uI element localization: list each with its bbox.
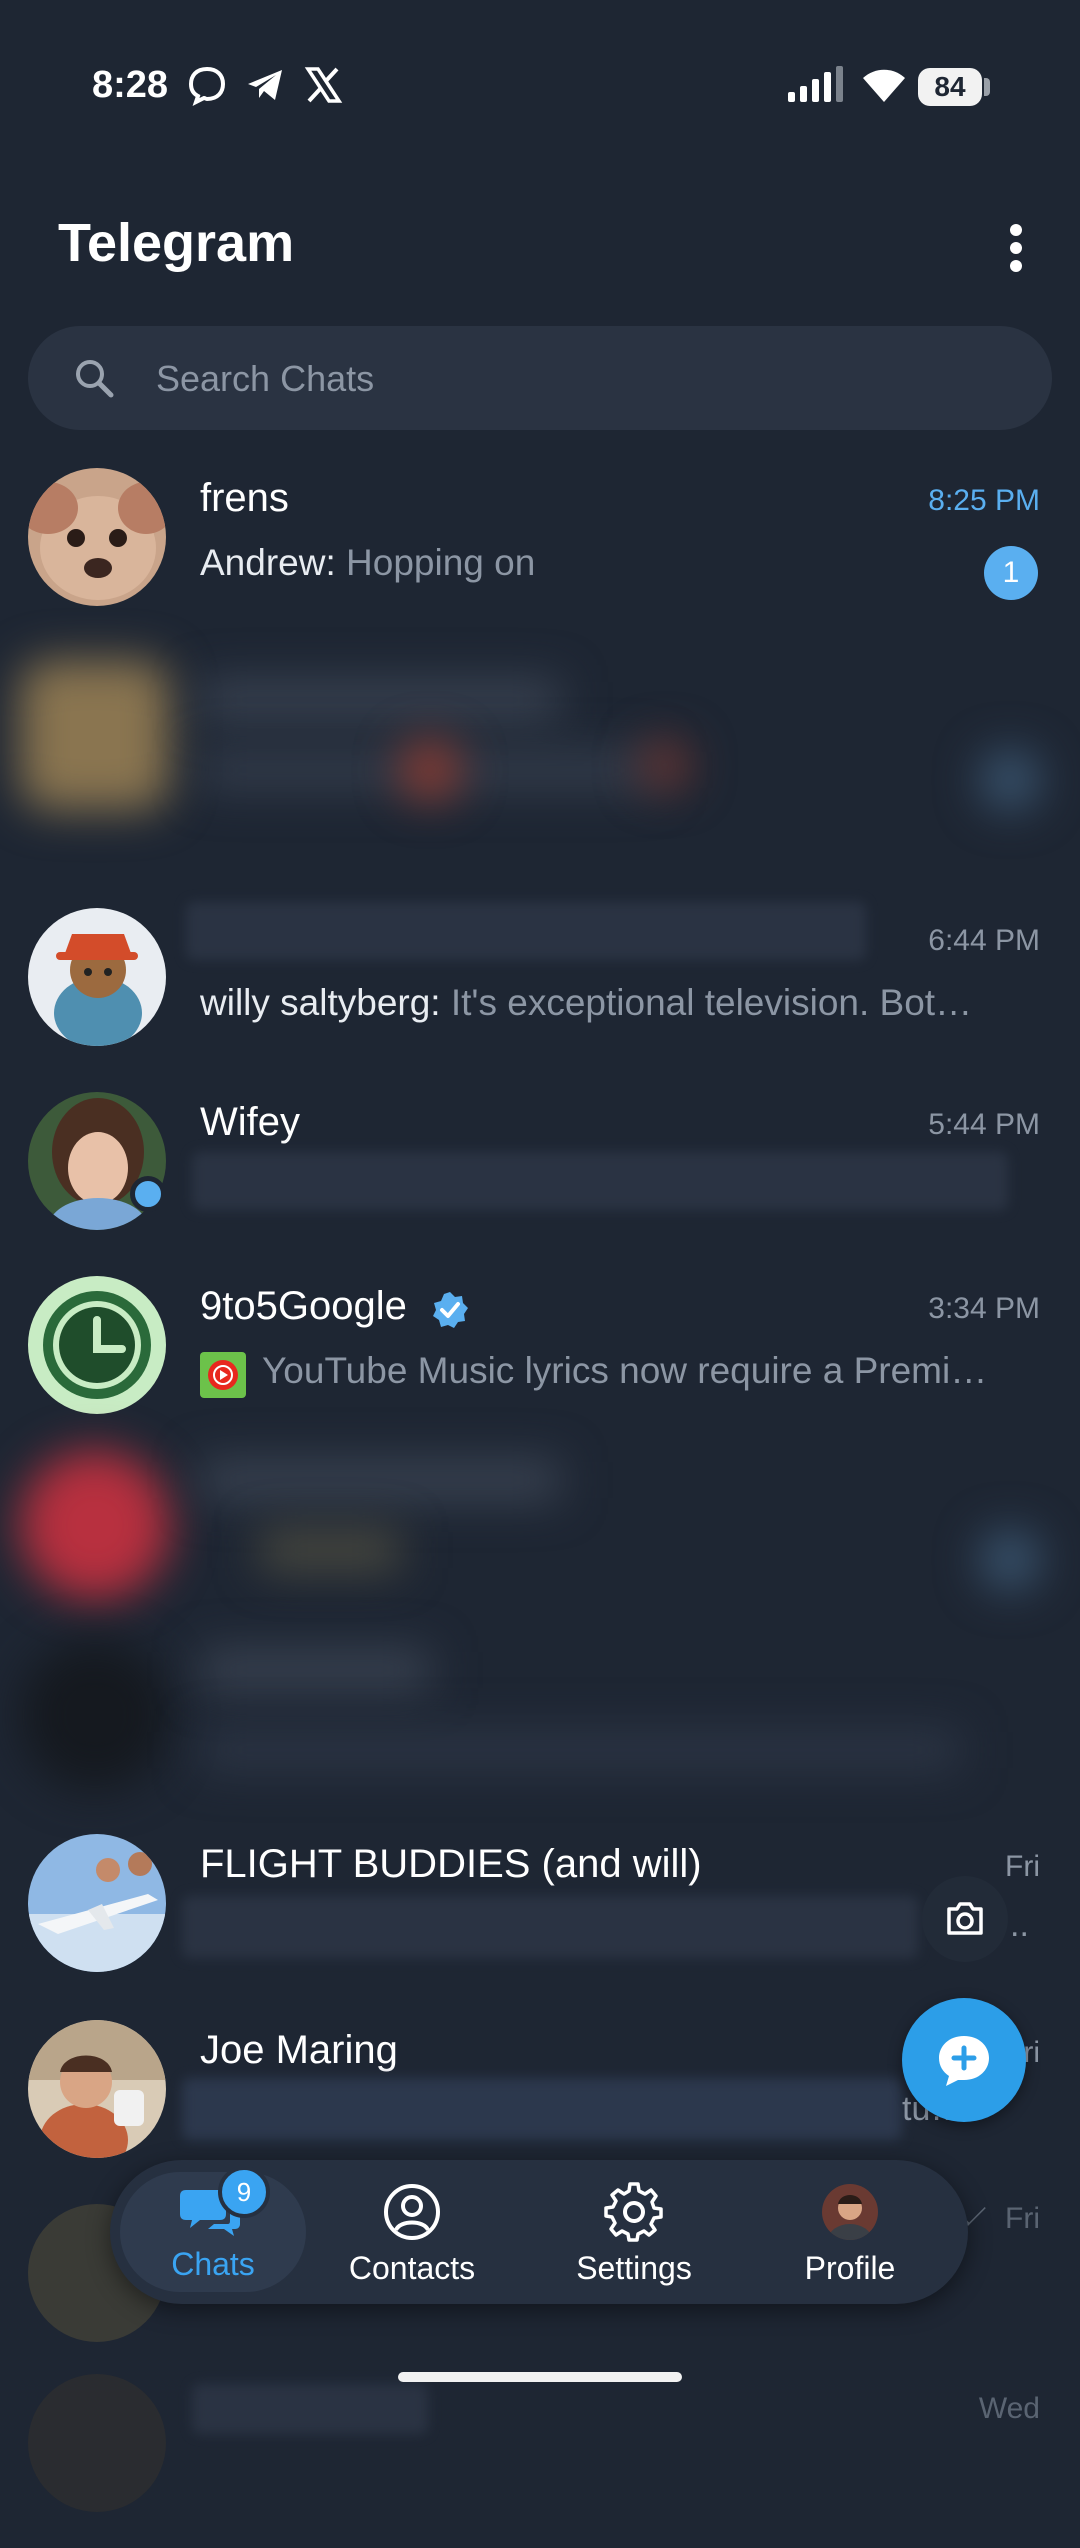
profile-avatar-icon [822,2184,878,2240]
bottom-navigation: 9 Chats Contacts Settings Profile [110,2160,968,2304]
chat-row-hidden[interactable] [0,1430,1080,1620]
chat-row-9to5google[interactable]: 9to5Google 3:34 PM YouTube Music lyrics … [0,1252,1080,1436]
nav-contacts-label: Contacts [348,2250,476,2286]
wifi-icon [863,69,905,102]
avatar [28,468,166,606]
search-bar[interactable] [28,326,1052,430]
chat-time: Wed [978,2392,1040,2425]
nav-settings[interactable]: Settings [536,2160,732,2304]
chat-sender: willy saltyberg: [200,982,441,1023]
chat-preview-hidden [192,1152,1008,1210]
avatar [28,2020,166,2158]
chat-message: It's exceptional television. Bot… [450,982,973,1023]
camera-icon [947,1902,983,1935]
app-title: Telegram [58,213,295,273]
avatar [28,2374,166,2512]
avatar [20,660,170,810]
more-options-button[interactable] [996,220,1036,276]
chat-preview: Andrew: Hopping on [200,542,960,584]
camera-button[interactable] [922,1876,1008,1962]
new-chat-button[interactable] [902,1998,1026,2122]
nav-chats[interactable]: 9 Chats [120,2166,306,2292]
unread-badge: 1 [984,546,1038,600]
chat-preview-hidden [182,1896,918,1958]
chats-unread-badge: 9 [218,2166,270,2218]
chat-row-hidden[interactable] [0,1620,1080,1810]
chat-row-wifey[interactable]: Wifey 5:44 PM [0,1068,1080,1252]
chat-row-hidden[interactable] [0,640,1080,870]
chat-name: Wifey [200,1100,300,1144]
avatar [20,1450,170,1600]
youtube-music-thumbnail-icon [200,1352,246,1398]
more-vert-icon [1010,224,1022,236]
chat-time: 5:44 PM [928,1108,1040,1141]
verified-icon [433,1292,468,1328]
chat-row-group[interactable]: 6:44 PM willy saltyberg: It's exceptiona… [0,884,1080,1068]
nav-contacts[interactable]: Contacts [314,2160,510,2304]
home-indicator[interactable] [398,2372,682,2382]
chat-message: YouTube Music lyrics now require a Premi… [262,1350,988,1391]
chat-time: 8:25 PM [928,484,1040,517]
new-message-icon [939,2036,989,2086]
chat-name-hidden [186,902,866,960]
avatar [28,1276,166,1414]
chat-preview-hidden [182,2078,902,2140]
status-time: 8:28 [92,64,169,106]
status-bar: 8:28 84 [0,0,1080,170]
avatar [28,1834,166,1972]
chat-row-flight-buddies[interactable]: FLIGHT BUDDIES (and will) Fri .. [0,1810,1080,1994]
clock-logo-icon [33,1281,161,1409]
chat-time: Fri [1005,2202,1040,2235]
contacts-icon [384,2184,440,2240]
chat-message-tail: .. [1010,1906,1029,1944]
avatar [28,908,166,1046]
chat-name: Joe Maring [200,2028,398,2072]
chat-time: 3:34 PM [928,1292,1040,1325]
online-status-dot [130,1176,166,1212]
chat-preview: willy saltyberg: It's exceptional televi… [200,982,1040,1024]
threads-notification-icon [188,66,226,106]
chat-name: frens [200,476,289,520]
nav-profile[interactable]: Profile [752,2160,948,2304]
nav-chats-label: Chats [171,2246,255,2282]
signal-icon [788,66,843,102]
avatar [20,1640,170,1790]
nav-profile-label: Profile [804,2250,896,2286]
chat-row-hidden[interactable]: Wed [0,2364,1080,2548]
chat-name: 9to5Google [200,1284,407,1328]
chat-message: Hopping on [346,542,536,583]
telegram-notification-icon [248,70,282,100]
chat-time: Fri [1005,1850,1040,1883]
search-input[interactable] [154,348,1018,410]
battery-tip [984,78,990,96]
x-notification-icon [304,67,343,103]
chat-time: 6:44 PM [928,924,1040,957]
chat-row-frens[interactable]: frens 8:25 PM Andrew: Hopping on 1 [0,444,1080,628]
chat-name: FLIGHT BUDDIES (and will) [200,1842,702,1886]
search-icon [76,360,114,398]
settings-gear-icon [604,2182,663,2242]
battery-indicator: 84 [918,68,982,106]
chat-sender: Andrew: [200,542,336,583]
nav-settings-label: Settings [576,2250,692,2286]
